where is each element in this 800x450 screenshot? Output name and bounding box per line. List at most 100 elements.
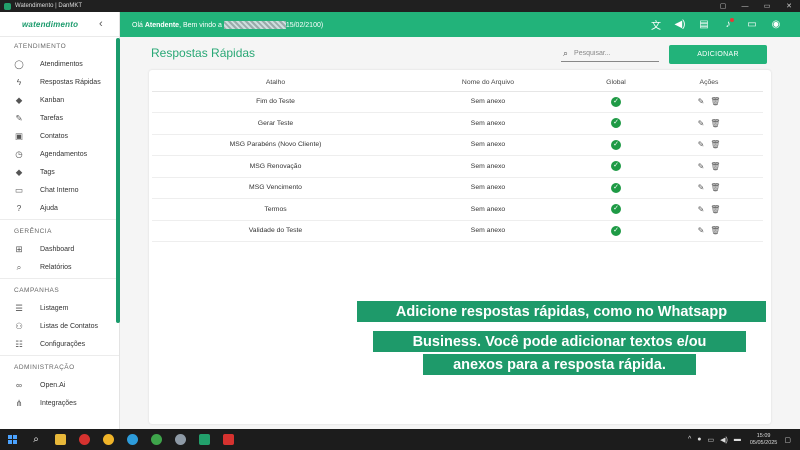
edit-icon[interactable]: ✎ — [698, 205, 705, 214]
sidebar-item-label: Listagem — [40, 304, 69, 312]
microphone-icon[interactable]: ● — [697, 436, 701, 443]
chrome-icon[interactable] — [144, 429, 168, 450]
window-maximize-button[interactable]: ▭ — [756, 2, 778, 10]
edit-icon[interactable]: ✎ — [698, 140, 705, 149]
tag-icon: ◆ — [15, 94, 23, 105]
delete-icon[interactable]: 🗑︎ — [710, 205, 720, 214]
sidebar-item-agendamentos[interactable]: ◷ Agendamentos — [0, 145, 119, 163]
column-header-atalho[interactable]: Atalho — [152, 75, 399, 92]
sidebar-item-contatos[interactable]: ▣ Contatos — [0, 127, 119, 145]
delete-icon[interactable]: 🗑︎ — [710, 183, 720, 192]
sidebar-divider — [0, 355, 119, 356]
window-minimize-button[interactable]: — — [734, 3, 756, 10]
edit-icon[interactable]: ✎ — [698, 226, 705, 235]
caption-line-2: Business. Você pode adicionar textos e/o… — [373, 331, 746, 352]
sidebar-item-kanban[interactable]: ◆ Kanban — [0, 91, 119, 109]
edit-icon[interactable]: ✎ — [698, 162, 705, 171]
check-circle-icon: ✓ — [611, 182, 621, 193]
network-icon[interactable]: ▭ — [708, 436, 715, 444]
cell-atalho: Validade do Teste — [152, 220, 399, 242]
sidebar-item-dashboard[interactable]: ⊞ Dashboard — [0, 240, 119, 258]
browser-icon[interactable] — [96, 429, 120, 450]
volume-icon[interactable]: ◀) — [720, 436, 728, 444]
app-icon — [4, 2, 11, 10]
sidebar-item-label: Listas de Contatos — [40, 322, 98, 330]
add-button[interactable]: ADICIONAR — [669, 45, 767, 64]
file-explorer-icon[interactable] — [48, 429, 72, 450]
vivaldi-icon[interactable] — [216, 429, 240, 450]
cell-arquivo: Sem anexo — [399, 134, 577, 156]
cell-acoes: ✎ 🗑︎ — [655, 112, 763, 135]
watendimento-app-icon[interactable] — [192, 429, 216, 450]
sidebar-item-ajuda[interactable]: ? Ajuda — [0, 199, 119, 217]
sidebar-item-label: Ajuda — [40, 204, 58, 212]
infinity-icon: ∞ — [15, 379, 23, 390]
sidebar-item-atendimentos[interactable]: ◯ Atendimentos — [0, 55, 119, 73]
settings-list-icon: ☷ — [15, 338, 23, 349]
sidebar-item-integracoes[interactable]: ⋔ Integrações — [0, 394, 119, 412]
notifications-icon[interactable]: ▢ — [784, 436, 791, 444]
greeting-prefix: Olá — [132, 21, 145, 29]
table-row: Fim do Teste Sem anexo ✓ ✎ 🗑︎ — [152, 91, 763, 113]
search-icon: ⌕ — [563, 48, 569, 58]
whatsapp-icon: ◯ — [14, 58, 24, 69]
section-title-campanhas: CAMPANHAS — [14, 286, 60, 294]
window-close-button[interactable]: ✕ — [778, 2, 800, 10]
chevron-up-icon[interactable]: ^ — [688, 436, 691, 443]
sidebar-item-label: Relatórios — [40, 263, 72, 271]
sidebar-item-listas-de-contatos[interactable]: ⚇ Listas de Contatos — [0, 317, 119, 335]
brand-logo: watendimento — [22, 19, 79, 29]
pencil-icon: ✎ — [15, 112, 23, 123]
search-icon[interactable]: ⌕ — [24, 429, 48, 450]
delete-icon[interactable]: 🗑︎ — [710, 140, 720, 149]
sidebar-divider — [0, 278, 119, 279]
cell-atalho: Termos — [152, 198, 399, 221]
sidebar-item-relatorios[interactable]: ⌕ Relatórios — [0, 258, 119, 276]
sidebar-item-listagem[interactable]: ☰ Listagem — [0, 299, 119, 317]
vivaldi-icon[interactable] — [72, 429, 96, 450]
sidebar-item-open-ai[interactable]: ∞ Open.Ai — [0, 376, 119, 394]
battery-icon[interactable]: ▬ — [734, 436, 741, 443]
cell-arquivo: Sem anexo — [399, 177, 577, 199]
column-header-arquivo[interactable]: Nome do Arquivo — [399, 75, 577, 92]
cell-arquivo: Sem anexo — [399, 91, 577, 113]
account-icon[interactable]: ◉ — [764, 19, 788, 30]
search-input[interactable] — [574, 50, 650, 57]
sidebar-item-tarefas[interactable]: ✎ Tarefas — [0, 109, 119, 127]
delete-icon[interactable]: 🗑︎ — [710, 97, 720, 106]
collapse-sidebar-chevron-icon[interactable]: ‹ — [99, 18, 103, 30]
edit-icon[interactable]: ✎ — [698, 119, 705, 128]
cell-acoes: ✎ 🗑︎ — [655, 155, 763, 178]
delete-icon[interactable]: 🗑︎ — [710, 119, 720, 128]
sidebar-item-configuracoes[interactable]: ☷ Configurações — [0, 335, 119, 353]
edit-icon[interactable]: ✎ — [698, 183, 705, 192]
app-icon[interactable] — [168, 429, 192, 450]
check-circle-icon: ✓ — [611, 204, 621, 215]
delete-icon[interactable]: 🗑︎ — [710, 226, 720, 235]
cell-global: ✓ — [577, 134, 655, 156]
sidebar-item-label: Tags — [40, 168, 55, 176]
dashboard-icon: ⊞ — [15, 243, 23, 254]
bell-icon[interactable]: ♪ — [716, 18, 740, 30]
edit-icon[interactable]: ✎ — [698, 97, 705, 106]
alexa-icon[interactable] — [120, 429, 144, 450]
cell-acoes: ✎ 🗑︎ — [655, 177, 763, 199]
check-circle-icon: ✓ — [611, 161, 621, 172]
window-extra-button[interactable]: ▢ — [712, 2, 734, 10]
check-circle-icon: ✓ — [611, 225, 621, 236]
volume-icon[interactable]: ◀) — [668, 19, 692, 30]
column-header-global[interactable]: Global — [577, 75, 655, 92]
chat-icon[interactable]: ▤ — [692, 19, 716, 30]
sidebar-item-chat-interno[interactable]: ▭ Chat Interno — [0, 181, 119, 199]
cell-global: ✓ — [577, 112, 655, 135]
cell-arquivo: Sem anexo — [399, 198, 577, 221]
delete-icon[interactable]: 🗑︎ — [710, 162, 720, 171]
windows-start-icon[interactable] — [0, 429, 24, 450]
sidebar-divider — [0, 219, 119, 220]
sidebar-item-tags[interactable]: ◆ Tags — [0, 163, 119, 181]
translate-icon[interactable]: 文 — [644, 17, 668, 32]
greeting-middle: , Bem vindo a — [179, 21, 224, 29]
system-clock[interactable]: 15:09 05/05/2025 — [750, 433, 778, 447]
messages-icon[interactable]: ▭ — [740, 19, 764, 30]
sidebar-item-respostas-rapidas[interactable]: ϟ Respostas Rápidas — [0, 73, 119, 91]
